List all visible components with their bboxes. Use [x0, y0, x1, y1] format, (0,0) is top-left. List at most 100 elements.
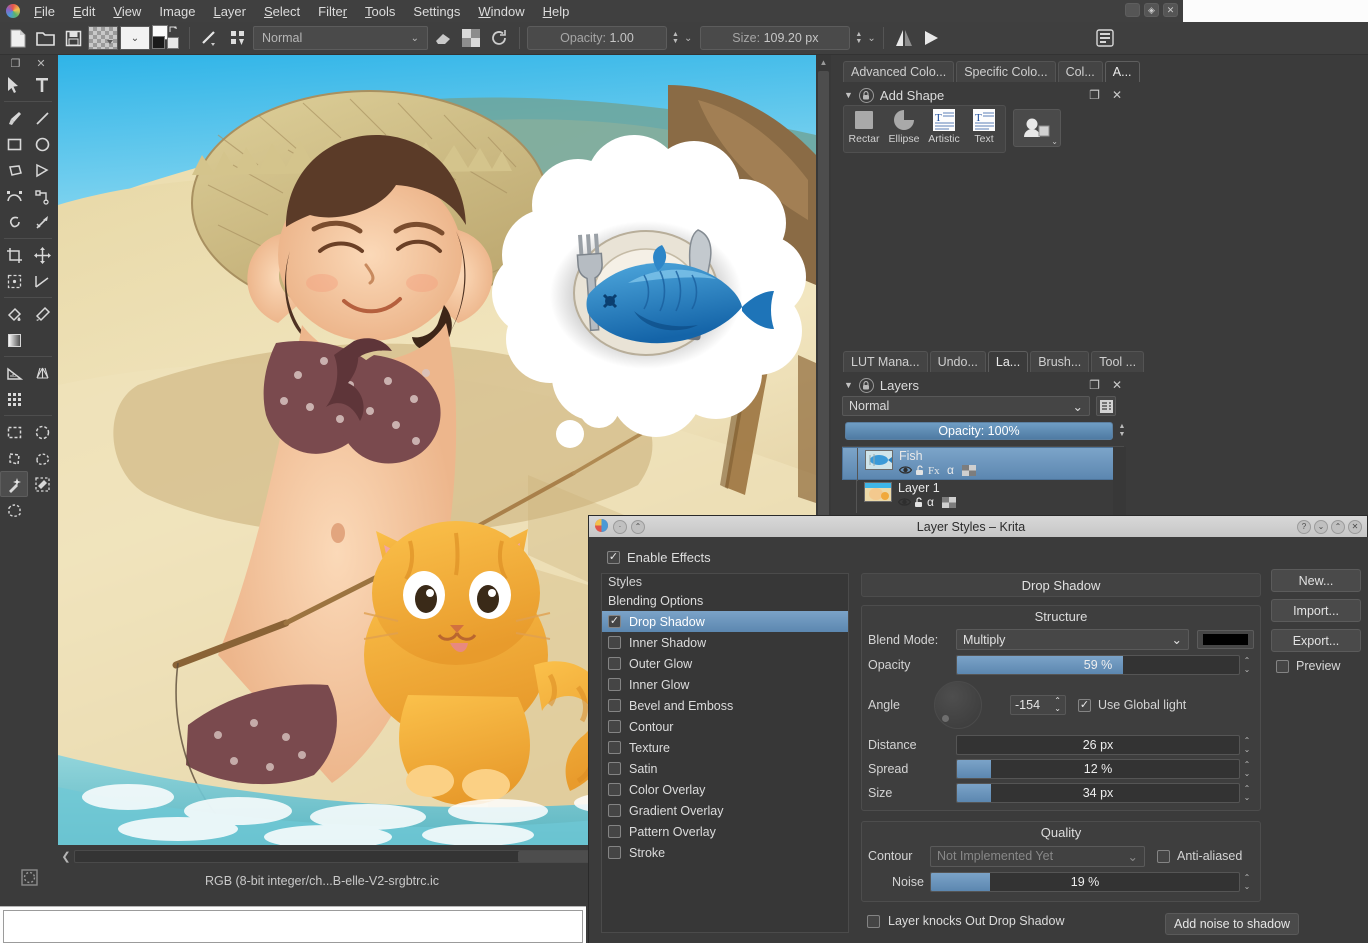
texture-checkbox[interactable]: [608, 741, 621, 754]
shape-rectangle[interactable]: Rectar: [844, 106, 884, 152]
unlocked-icon[interactable]: [914, 496, 924, 508]
menu-view[interactable]: View: [104, 2, 150, 21]
tool-color-picker[interactable]: [28, 301, 56, 327]
color-overlay-checkbox[interactable]: [608, 783, 621, 796]
table-row[interactable]: Fish Fx α: [842, 447, 1124, 481]
float-docker-icon[interactable]: ❐: [1089, 88, 1100, 102]
opacity-chevron-down-icon[interactable]: ⌄: [684, 33, 692, 44]
spread-stepper[interactable]: ⌃ ⌄: [1240, 760, 1254, 778]
tool-magic-wand-select[interactable]: [0, 471, 28, 497]
style-contour[interactable]: Contour: [602, 716, 848, 737]
tool-polygonal-select[interactable]: [0, 445, 28, 471]
inner-glow-checkbox[interactable]: [608, 678, 621, 691]
tool-polyline[interactable]: [28, 157, 56, 183]
opacity-field[interactable]: Opacity: 1.00: [527, 26, 667, 50]
brush-preset-selector-icon[interactable]: [225, 26, 251, 51]
keep-above-icon[interactable]: ⌃: [631, 519, 645, 534]
triangle-down-icon[interactable]: ▼: [844, 380, 853, 390]
tool-multibrush[interactable]: [28, 209, 56, 235]
style-pattern-overlay[interactable]: Pattern Overlay: [602, 821, 848, 842]
toolbar-blend-mode-select[interactable]: Normal ⌄: [253, 26, 428, 50]
alpha-icon[interactable]: α: [927, 496, 939, 508]
foreground-background-color-icon[interactable]: [152, 25, 182, 51]
alpha-lock-icon[interactable]: [962, 464, 976, 476]
enable-effects-checkbox[interactable]: [607, 551, 620, 564]
menu-tools[interactable]: Tools: [356, 2, 404, 21]
anti-aliased-checkbox[interactable]: [1157, 849, 1170, 863]
layer-opacity-stepper[interactable]: ▲ ▼: [1116, 422, 1128, 440]
contour-select[interactable]: Not Implemented Yet ⌄: [930, 845, 1145, 867]
alpha-lock-icon[interactable]: [942, 496, 956, 508]
tab-layers[interactable]: La...: [987, 351, 1029, 372]
tool-dynamic-brush[interactable]: [0, 209, 28, 235]
minimize-button[interactable]: [1125, 3, 1140, 17]
style-stroke[interactable]: Stroke: [602, 842, 848, 863]
lock-icon[interactable]: [858, 377, 874, 393]
layer-knocks-out-checkbox[interactable]: [867, 914, 880, 928]
spread-slider[interactable]: 12 %: [956, 759, 1240, 779]
menu-edit[interactable]: Edit: [64, 2, 104, 21]
layer-list-scrollbar[interactable]: [1113, 447, 1126, 521]
save-floppy-icon[interactable]: [60, 26, 86, 51]
tool-measure[interactable]: [28, 268, 56, 294]
contour-checkbox[interactable]: [608, 720, 621, 733]
open-folder-icon[interactable]: [32, 26, 58, 51]
enable-effects-row[interactable]: Enable Effects: [607, 550, 711, 565]
close-icon[interactable]: ✕: [1112, 88, 1122, 102]
drop-shadow-checkbox[interactable]: [608, 615, 621, 628]
checker-pattern-swatch[interactable]: [88, 26, 118, 50]
tool-fill[interactable]: [0, 301, 28, 327]
tool-text[interactable]: [28, 72, 56, 98]
minimize-icon[interactable]: ⌄: [1314, 519, 1328, 534]
dialog-title-bar[interactable]: · ⌃ Layer Styles – Krita ? ⌄ ⌃ ✕: [589, 516, 1367, 537]
maximize-icon[interactable]: ⌃: [1331, 519, 1345, 534]
close-window-button[interactable]: ✕: [1163, 3, 1178, 17]
style-drop-shadow[interactable]: Drop Shadow: [602, 611, 848, 632]
size-stepper[interactable]: ⌃ ⌄: [1240, 784, 1254, 802]
shadow-color-swatch[interactable]: [1197, 630, 1254, 649]
style-inner-shadow[interactable]: Inner Shadow: [602, 632, 848, 653]
chevron-down-icon[interactable]: ⌄: [1051, 137, 1058, 146]
tab-brush-presets[interactable]: Brush...: [1030, 351, 1090, 372]
tool-freehand-select[interactable]: [28, 445, 56, 471]
menu-window[interactable]: Window: [469, 2, 533, 21]
close-icon[interactable]: ✕: [1348, 519, 1362, 534]
style-satin[interactable]: Satin: [602, 758, 848, 779]
shade-icon[interactable]: ·: [613, 519, 627, 534]
fx-icon[interactable]: Fx: [928, 464, 944, 476]
tool-freehand-brush[interactable]: [0, 105, 28, 131]
styles-list[interactable]: Styles Blending Options Drop Shadow Inne…: [601, 573, 849, 933]
style-color-overlay[interactable]: Color Overlay: [602, 779, 848, 800]
tool-rectangle[interactable]: [0, 131, 28, 157]
tab-add-shape[interactable]: A...: [1104, 61, 1140, 82]
distance-slider[interactable]: 26 px: [956, 735, 1240, 755]
layer-blend-mode-select[interactable]: Normal ⌄: [842, 396, 1090, 416]
size-stepper[interactable]: ▲ ▼: [852, 26, 865, 50]
style-outer-glow[interactable]: Outer Glow: [602, 653, 848, 674]
bevel-emboss-checkbox[interactable]: [608, 699, 621, 712]
outer-glow-checkbox[interactable]: [608, 657, 621, 670]
new-document-icon[interactable]: [4, 26, 30, 51]
distance-stepper[interactable]: ⌃ ⌄: [1240, 736, 1254, 754]
brush-size-field[interactable]: Size: 109.20 px: [700, 26, 851, 50]
pattern-overlay-checkbox[interactable]: [608, 825, 621, 838]
new-button[interactable]: New...: [1271, 569, 1361, 592]
menu-select[interactable]: Select: [255, 2, 309, 21]
noise-stepper[interactable]: ⌃ ⌄: [1240, 873, 1254, 891]
layer-properties-button[interactable]: [1096, 396, 1116, 416]
layer-opacity-slider[interactable]: Opacity: 100%: [845, 422, 1113, 440]
visible-eye-icon[interactable]: [898, 497, 911, 507]
chevron-left-icon[interactable]: ❮: [58, 850, 74, 863]
shape-group-button[interactable]: ⌄: [1013, 109, 1061, 147]
style-texture[interactable]: Texture: [602, 737, 848, 758]
tool-polygon[interactable]: [0, 157, 28, 183]
mirror-vertical-icon[interactable]: [919, 26, 945, 51]
tool-perspective-grid[interactable]: [28, 360, 56, 386]
float-docker-icon[interactable]: ❐: [1089, 378, 1100, 392]
angle-input[interactable]: -154 ⌃ ⌄: [1010, 695, 1066, 715]
preview-checkbox[interactable]: [1276, 659, 1289, 673]
close-icon[interactable]: ✕: [1112, 378, 1122, 392]
opacity-stepper[interactable]: ▲ ▼: [669, 26, 682, 50]
shape-artistic-text[interactable]: T Artistic: [924, 106, 964, 152]
gradient-overlay-checkbox[interactable]: [608, 804, 621, 817]
